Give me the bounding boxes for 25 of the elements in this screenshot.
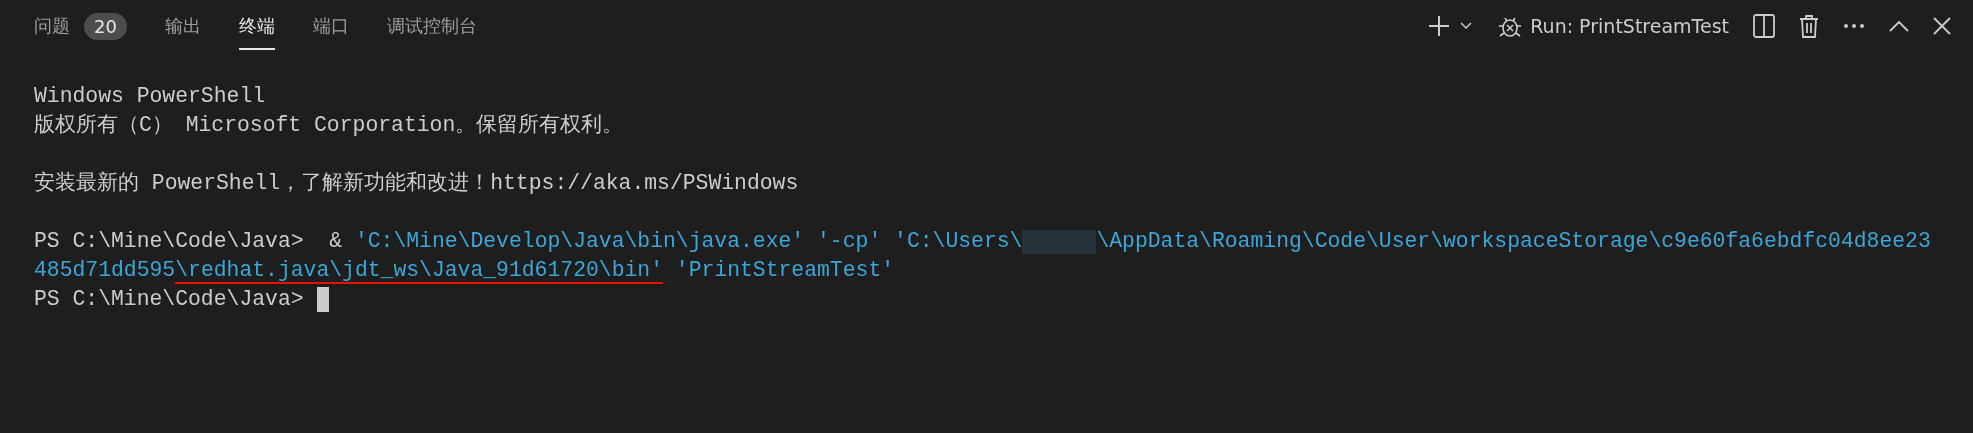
close-icon[interactable] xyxy=(1933,17,1951,35)
plus-icon[interactable] xyxy=(1428,15,1451,37)
terminal-text: 安装最新的 PowerShell，了解新功能和改进！https://aka.ms/PSWindows xyxy=(34,170,799,197)
panel-tab[interactable]: 输出 xyxy=(164,2,201,50)
terminal-text: 'C:\Mine\Develop\Java\bin\java.exe' '-cp' 'C:\Users\ xyxy=(354,228,1023,255)
terminal-text: \AppData\Roaming\Code\User\workspaceStorage\c9e60fa6ebdfc04d8ee23 xyxy=(1096,228,1931,255)
underlined-text: \redhat.java\jdt_ws\Java_91d61720\bin' xyxy=(175,257,663,284)
run-label: Run: PrintStreamTest xyxy=(1530,15,1729,37)
panel-tab[interactable]: 问题 xyxy=(34,2,70,50)
text-cursor xyxy=(317,287,330,312)
panel-tab[interactable]: 端口 xyxy=(312,2,349,50)
panel-tab[interactable]: 调试控制台 xyxy=(386,2,477,50)
chevron-up-icon[interactable] xyxy=(1889,20,1909,32)
split-icon[interactable] xyxy=(1753,14,1775,38)
terminal-text: 'PrintStreamTest' xyxy=(674,257,895,284)
count-badge: 20 xyxy=(84,12,127,40)
terminal-text: 485d71dd595 xyxy=(34,257,176,284)
terminal-text: PS C:\Mine\Code\Java> & xyxy=(34,228,344,255)
trash-icon[interactable] xyxy=(1799,14,1819,38)
terminal-text: PS C:\Mine\Code\Java> xyxy=(34,286,305,313)
panel-tab[interactable]: 终端 xyxy=(238,2,275,50)
terminal-text: Windows PowerShell xyxy=(34,83,266,110)
more-icon[interactable] xyxy=(1843,23,1865,29)
terminal-text: 版权所有（C） Microsoft Corporation。保留所有权利。 xyxy=(34,112,624,139)
chevron-down-icon[interactable] xyxy=(1460,22,1473,30)
